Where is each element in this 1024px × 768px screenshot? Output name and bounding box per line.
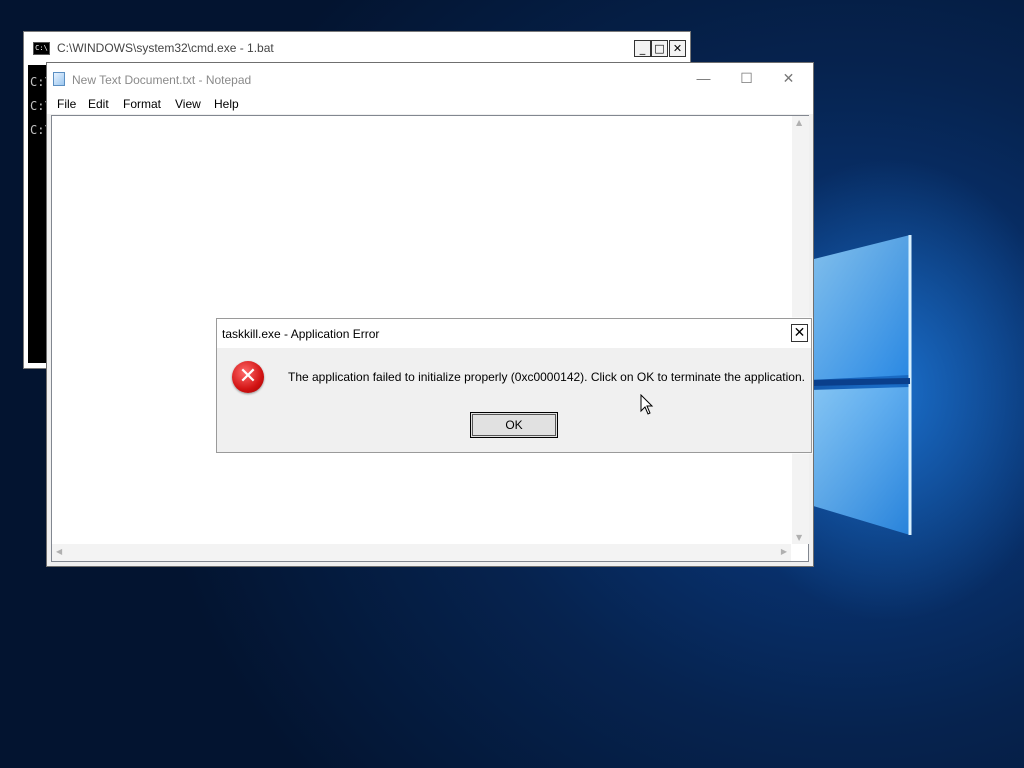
application-error-dialog[interactable]: taskkill.exe - Application Error ✕ ✕ The… (216, 318, 812, 453)
menu-help[interactable]: Help (214, 97, 239, 111)
scroll-right-arrow-icon[interactable]: ▶ (781, 547, 787, 556)
cmd-titlebar[interactable]: C:\ C:\WINDOWS\system32\cmd.exe - 1.bat … (24, 32, 690, 65)
notepad-menubar: File Edit Format View Help (47, 94, 813, 114)
cmd-maximize-button[interactable]: □ (651, 40, 668, 57)
menu-view[interactable]: View (175, 97, 201, 111)
cmd-minimize-button[interactable]: _ (634, 40, 651, 57)
horizontal-scrollbar[interactable]: ◀ ▶ (52, 544, 791, 561)
notepad-window[interactable]: New Text Document.txt - Notepad — ☐ ✕ Fi… (46, 62, 814, 567)
dialog-message: The application failed to initialize pro… (288, 370, 805, 384)
notepad-minimize-button[interactable]: — (681, 63, 726, 94)
notepad-maximize-button[interactable]: ☐ (724, 63, 769, 94)
cmd-icon: C:\ (33, 42, 50, 55)
menu-format[interactable]: Format (123, 97, 161, 111)
notepad-title: New Text Document.txt - Notepad (72, 73, 252, 87)
ok-button[interactable]: OK (470, 412, 558, 438)
mouse-cursor-icon (640, 394, 654, 415)
notepad-close-button[interactable]: ✕ (766, 63, 811, 94)
dialog-close-button[interactable]: ✕ (791, 324, 808, 342)
cmd-title: C:\WINDOWS\system32\cmd.exe - 1.bat (57, 41, 274, 55)
scroll-down-arrow-icon[interactable]: ▼ (796, 533, 802, 542)
notepad-icon (53, 72, 65, 86)
menu-edit[interactable]: Edit (88, 97, 109, 111)
windows-logo (809, 235, 912, 535)
menu-file[interactable]: File (57, 97, 76, 111)
dialog-title: taskkill.exe - Application Error (222, 327, 380, 341)
scroll-up-arrow-icon[interactable]: ▲ (796, 118, 802, 127)
notepad-titlebar[interactable]: New Text Document.txt - Notepad — ☐ ✕ (47, 63, 813, 94)
cmd-close-button[interactable]: ✕ (669, 40, 686, 57)
scroll-left-arrow-icon[interactable]: ◀ (56, 547, 62, 556)
error-icon: ✕ (232, 361, 264, 393)
dialog-titlebar[interactable]: taskkill.exe - Application Error ✕ (217, 319, 811, 348)
